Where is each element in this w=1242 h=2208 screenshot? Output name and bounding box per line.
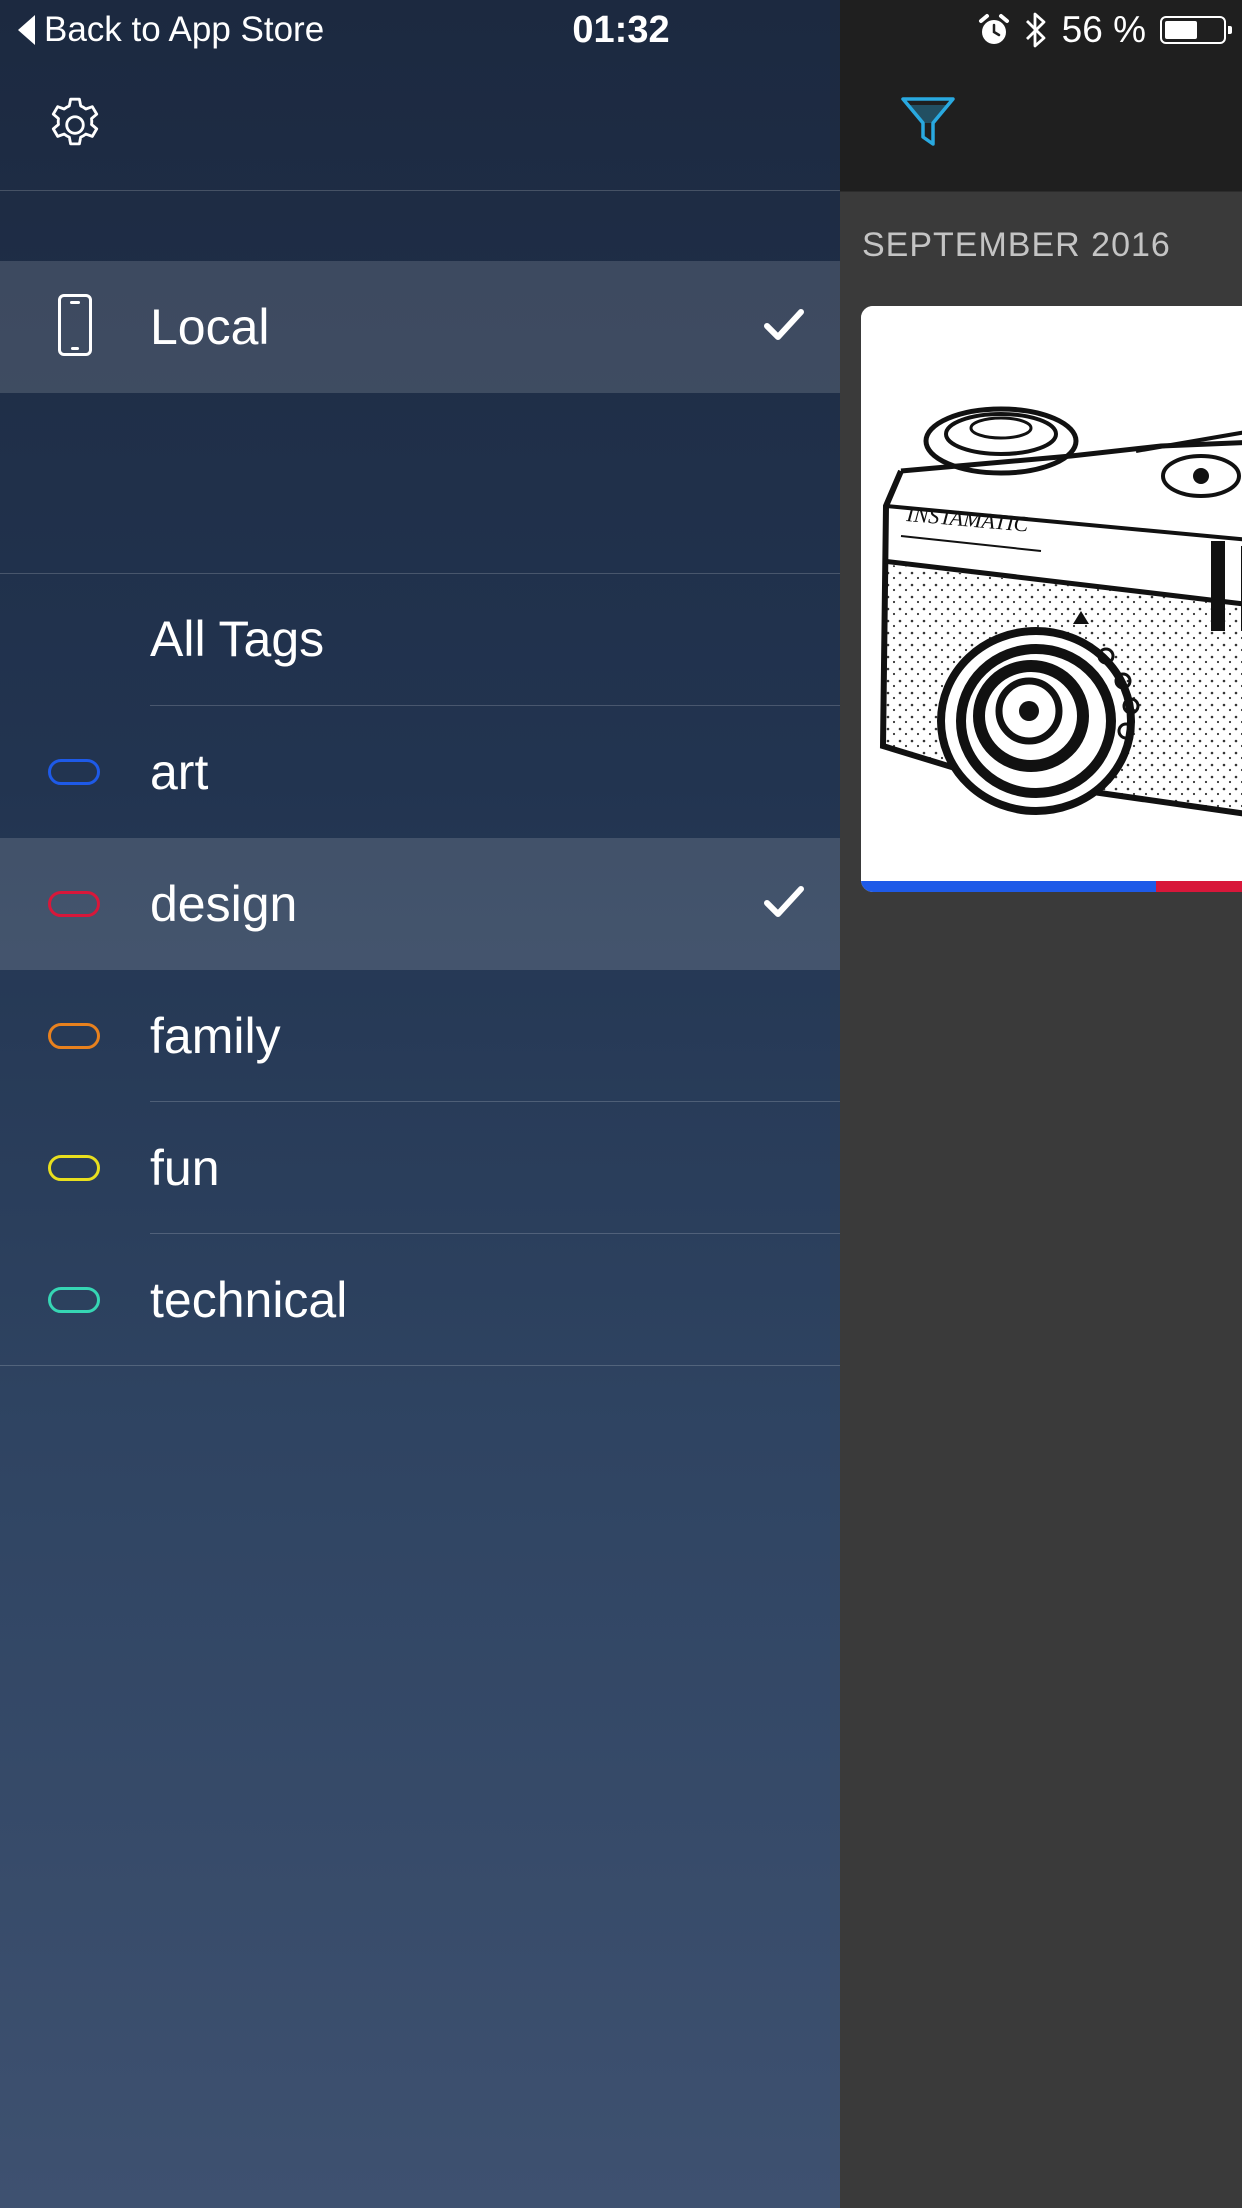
tag-label: technical <box>150 1272 348 1328</box>
divider <box>0 190 840 191</box>
note-card[interactable]: INSTAMATIC <box>861 306 1242 892</box>
alarm-icon <box>978 14 1009 44</box>
sidebar-drawer: Back to App Store Local All Tags art des… <box>0 0 840 2208</box>
tag-label: art <box>150 744 209 800</box>
tag-label: family <box>150 1008 281 1064</box>
back-to-app-store[interactable]: Back to App Store <box>18 8 324 52</box>
checkmark-icon <box>764 886 804 917</box>
tag-color-icon <box>48 891 100 917</box>
back-label: Back to App Store <box>44 10 325 49</box>
card-tag-bar <box>861 881 1242 892</box>
checkmark-icon <box>764 309 804 340</box>
gear-icon[interactable] <box>44 94 106 156</box>
camera-sketch-image: INSTAMATIC <box>861 306 1242 881</box>
battery-icon <box>1160 16 1232 44</box>
all-tags-item[interactable]: All Tags <box>0 573 840 705</box>
bluetooth-icon <box>1025 12 1046 48</box>
tag-bar-segment <box>861 881 1156 892</box>
divider <box>0 1365 840 1366</box>
phone-icon <box>58 294 92 356</box>
tag-item-design[interactable]: design <box>0 838 840 970</box>
source-local[interactable]: Local <box>0 261 840 393</box>
battery-percent: 56 % <box>1061 9 1146 50</box>
tag-label: fun <box>150 1140 220 1196</box>
tag-color-icon <box>48 1023 100 1049</box>
tag-item-family[interactable]: family <box>0 970 840 1102</box>
source-label: Local <box>150 299 270 355</box>
tag-color-icon <box>48 1287 100 1313</box>
tag-color-icon <box>48 1155 100 1181</box>
status-indicators: 56 % <box>978 8 1232 52</box>
tag-item-technical[interactable]: technical <box>0 1234 840 1366</box>
tag-item-art[interactable]: art <box>0 706 840 838</box>
filter-icon[interactable] <box>900 94 956 150</box>
back-chevron-icon <box>18 15 35 45</box>
tag-item-fun[interactable]: fun <box>0 1102 840 1234</box>
notes-panel: SEPTEMBER 2016 INSTAMATIC <box>840 0 1242 2208</box>
tag-color-icon <box>48 759 100 785</box>
tag-bar-segment <box>1156 881 1242 892</box>
section-header: SEPTEMBER 2016 <box>862 226 1171 264</box>
tag-label: design <box>150 876 298 932</box>
all-tags-label: All Tags <box>150 611 325 667</box>
